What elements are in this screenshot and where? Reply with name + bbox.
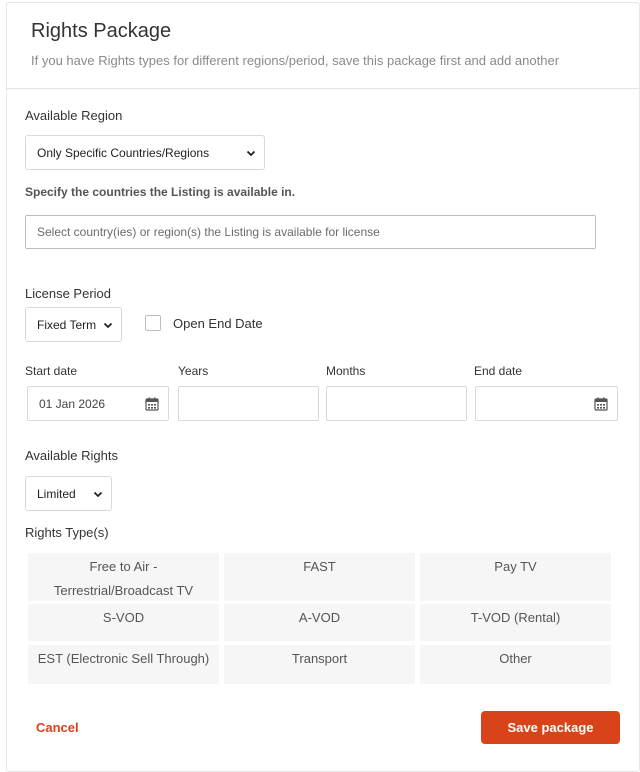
- page-title: Rights Package: [31, 20, 172, 42]
- countries-input[interactable]: Select country(ies) or region(s) the Lis…: [25, 215, 596, 249]
- available-rights-value: Limited: [37, 486, 76, 501]
- page-subtitle: If you have Rights types for different r…: [31, 53, 560, 68]
- start-date-value: 01 Jan 2026: [39, 396, 106, 411]
- license-period-select[interactable]: Fixed Term: [25, 307, 122, 342]
- rights-type-free-to-air[interactable]: Free to Air - Terrestrial/Broadcast TV: [28, 553, 219, 601]
- years-input[interactable]: [178, 386, 319, 421]
- chevron-down-icon: [103, 322, 113, 329]
- countries-hint: Specify the countries the Listing is ava…: [25, 185, 296, 199]
- available-region-select[interactable]: Only Specific Countries/Regions: [25, 135, 265, 170]
- rights-type-pay-tv[interactable]: Pay TV: [420, 553, 611, 601]
- open-end-date-checkbox[interactable]: [145, 315, 161, 331]
- available-region-label: Available Region: [25, 108, 123, 123]
- available-rights-label: Available Rights: [25, 448, 118, 463]
- cancel-button[interactable]: Cancel: [36, 720, 79, 735]
- end-date-input[interactable]: [475, 386, 618, 421]
- open-end-date-label: Open End Date: [173, 316, 263, 331]
- license-period-label: License Period: [25, 286, 111, 301]
- calendar-icon[interactable]: [145, 397, 159, 411]
- rights-type-est[interactable]: EST (Electronic Sell Through): [28, 645, 219, 684]
- available-rights-select[interactable]: Limited: [25, 476, 112, 511]
- years-label: Years: [178, 364, 209, 378]
- months-input[interactable]: [326, 386, 467, 421]
- rights-type-tvod[interactable]: T-VOD (Rental): [420, 604, 611, 641]
- end-date-label: End date: [474, 364, 523, 378]
- rights-type-other[interactable]: Other: [420, 645, 611, 684]
- chevron-down-icon: [93, 491, 103, 498]
- calendar-icon[interactable]: [594, 397, 608, 411]
- available-region-value: Only Specific Countries/Regions: [37, 145, 210, 160]
- chevron-down-icon: [246, 150, 256, 157]
- license-period-value: Fixed Term: [37, 317, 97, 332]
- rights-type-avod[interactable]: A-VOD: [224, 604, 415, 641]
- countries-placeholder: Select country(ies) or region(s) the Lis…: [37, 225, 380, 239]
- rights-type-svod[interactable]: S-VOD: [28, 604, 219, 641]
- start-date-label: Start date: [25, 364, 78, 378]
- rights-type-fast[interactable]: FAST: [224, 553, 415, 601]
- rights-type-transport[interactable]: Transport: [224, 645, 415, 684]
- rights-types-label: Rights Type(s): [25, 525, 109, 540]
- months-label: Months: [326, 364, 366, 378]
- start-date-input[interactable]: 01 Jan 2026: [27, 386, 169, 421]
- save-package-button[interactable]: Save package: [481, 711, 620, 744]
- panel-header: Rights Package If you have Rights types …: [7, 3, 639, 89]
